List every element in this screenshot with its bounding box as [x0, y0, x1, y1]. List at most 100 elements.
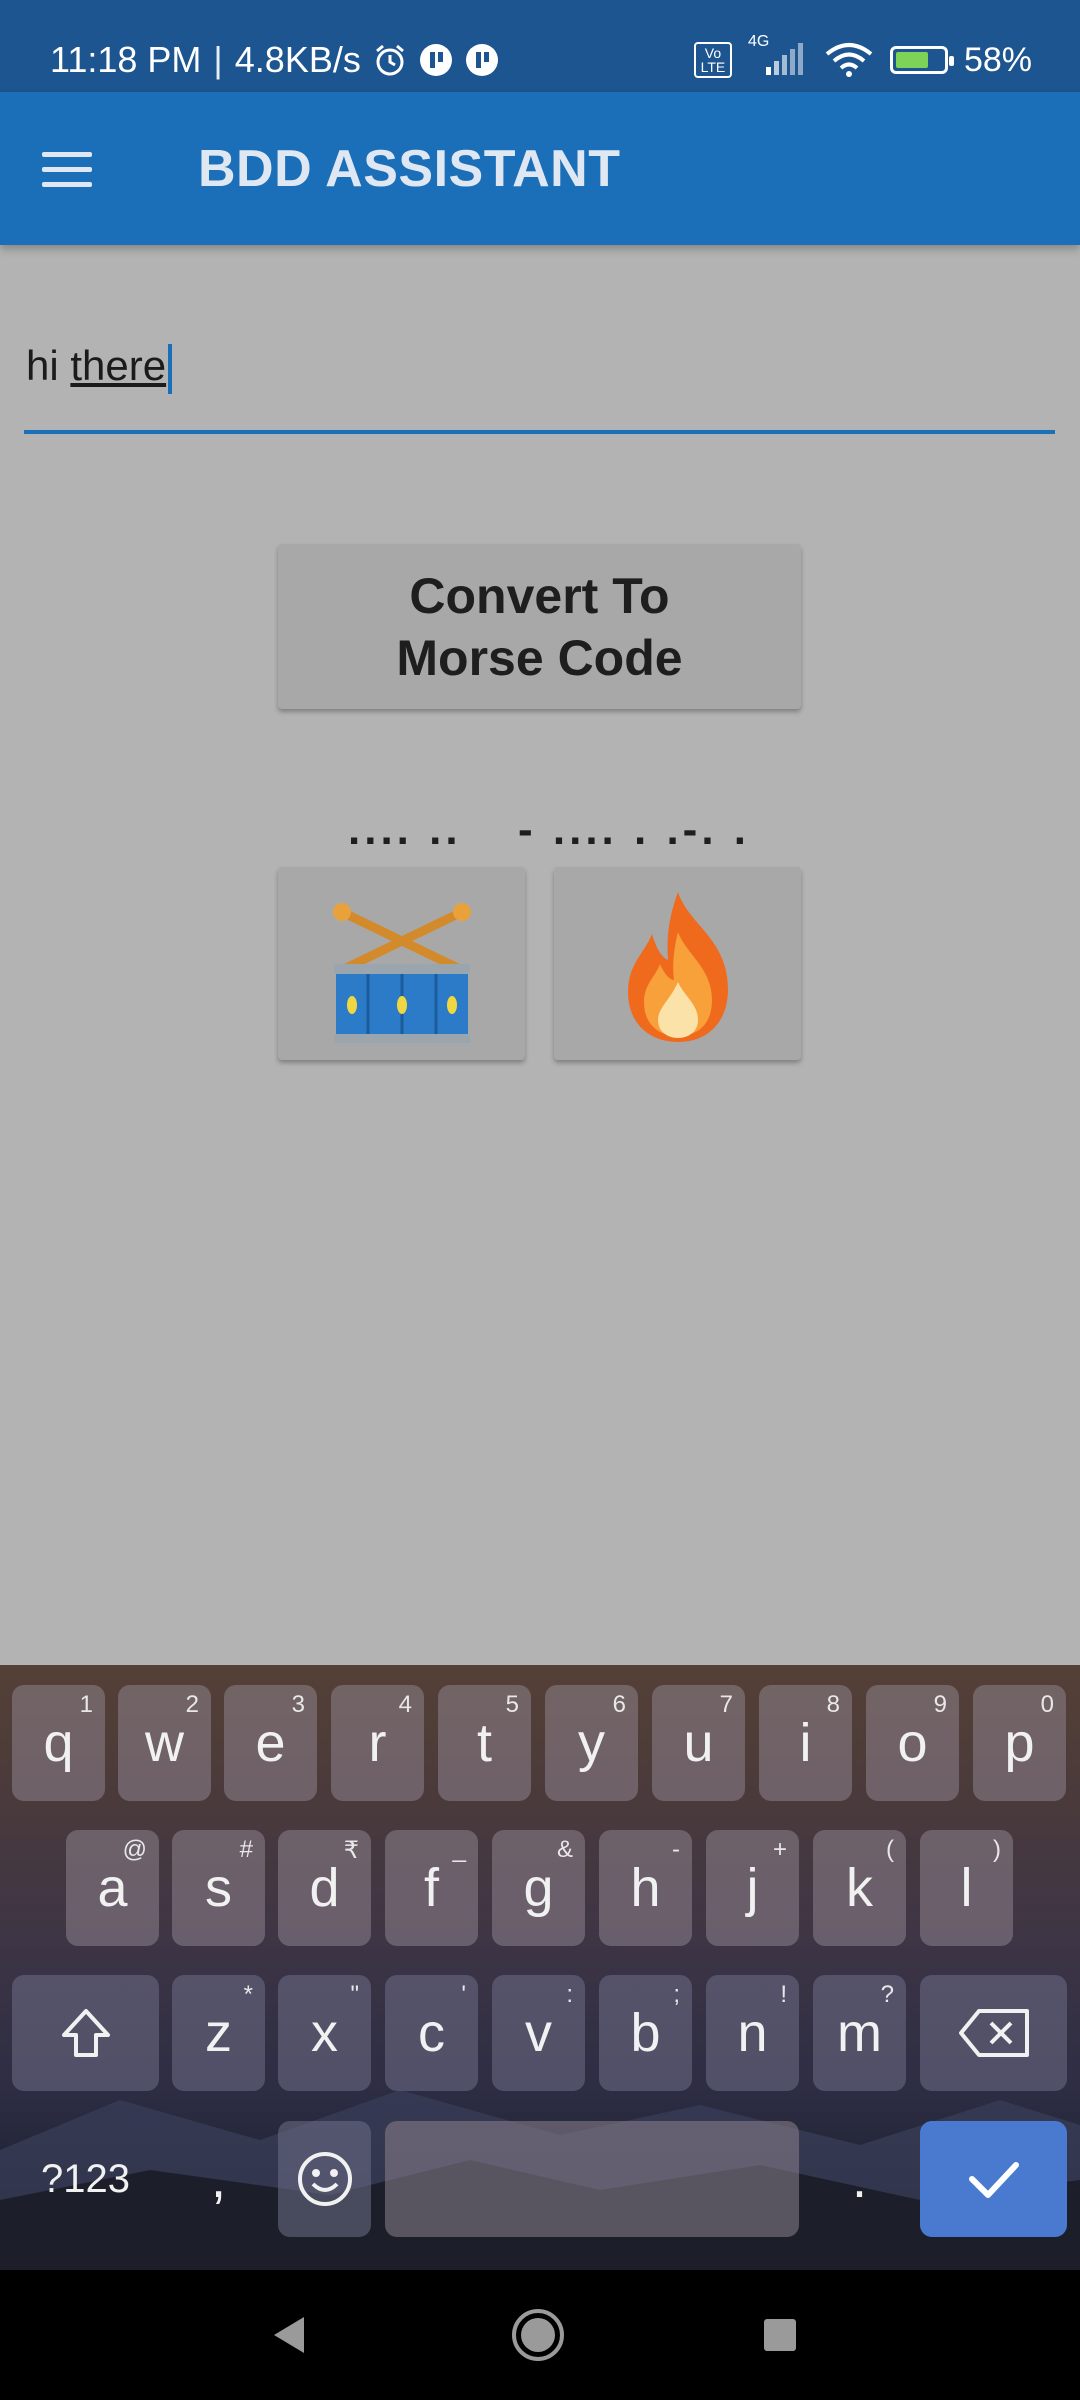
- status-time: 11:18 PM: [50, 39, 202, 80]
- key-g[interactable]: g &: [492, 1830, 585, 1946]
- app-bar: BDD ASSISTANT: [0, 92, 1080, 245]
- drum-icon: [332, 902, 471, 1043]
- key-hint: +: [772, 1836, 787, 1863]
- key-letter: e: [255, 1713, 286, 1773]
- message-input[interactable]: hi there: [24, 320, 1055, 434]
- key-hint: !: [780, 1981, 787, 2008]
- soft-keyboard: q1 w2 e3 r4 t5 y6 u7 i8 o9 p0 a @ s # d ₹ f…: [0, 1665, 1080, 2270]
- fire-icon: [627, 891, 728, 1042]
- key-letter: k: [846, 1858, 873, 1918]
- backspace-icon: [958, 2009, 1029, 2057]
- key-hint: ": [350, 1981, 359, 2008]
- key-hint: *: [243, 1981, 253, 2008]
- key-j[interactable]: j +: [706, 1830, 799, 1946]
- key-letter: u: [683, 1713, 714, 1773]
- key-hint: &: [556, 1836, 573, 1863]
- key-f[interactable]: f _: [385, 1830, 478, 1946]
- key-m[interactable]: m?: [813, 1975, 906, 2091]
- home-icon[interactable]: [503, 2300, 573, 2370]
- key-c[interactable]: c ': [385, 1975, 478, 2091]
- key-v[interactable]: v:: [492, 1975, 585, 2091]
- shift-icon: [61, 2009, 110, 2057]
- key-hint: 5: [505, 1691, 519, 1718]
- shift-key[interactable]: [12, 1975, 159, 2091]
- key-letter: j: [746, 1858, 759, 1918]
- key-letter: i: [799, 1713, 812, 1773]
- key-letter: m: [837, 2003, 882, 2063]
- key-z[interactable]: z *: [172, 1975, 265, 2091]
- checkmark-icon: [968, 2162, 1019, 2198]
- key-hint: ?: [880, 1981, 894, 2008]
- key-hint: (: [886, 1836, 894, 1863]
- key-letter: l: [960, 1858, 973, 1918]
- input-underline: [24, 430, 1055, 434]
- key-hint: @: [122, 1836, 147, 1863]
- key-letter: b: [630, 2003, 661, 2063]
- key-letter: q: [43, 1713, 74, 1773]
- input-word-composing: there: [70, 342, 167, 389]
- key-hint: 2: [185, 1691, 199, 1718]
- battery-percent: 58%: [963, 40, 1032, 79]
- morse-word-2: - .... . .-. .: [518, 805, 750, 854]
- system-nav-bar: [0, 2270, 1080, 2400]
- key-q[interactable]: q1: [12, 1685, 105, 1801]
- key-b[interactable]: b;: [599, 1975, 692, 2091]
- recents-icon[interactable]: [745, 2300, 815, 2370]
- signal-icon: 4G: [748, 33, 808, 77]
- key-letter: h: [630, 1858, 661, 1918]
- back-icon[interactable]: [253, 2300, 323, 2370]
- key-l[interactable]: l): [920, 1830, 1013, 1946]
- network-type-label: 4G: [747, 33, 770, 50]
- key-x[interactable]: x ": [278, 1975, 371, 2091]
- emoji-icon: [297, 2152, 352, 2206]
- key-hint: 6: [612, 1691, 626, 1718]
- key-a[interactable]: a @: [66, 1830, 159, 1946]
- key-hint: ;: [673, 1981, 680, 2008]
- key-letter: a: [97, 1858, 128, 1918]
- space-key[interactable]: [385, 2121, 799, 2237]
- app-title: BDD ASSISTANT: [198, 139, 621, 198]
- key-i[interactable]: i8: [759, 1685, 852, 1801]
- key-u[interactable]: u7: [652, 1685, 745, 1801]
- key-hint: -: [672, 1836, 680, 1863]
- convert-to-morse-button[interactable]: Convert To Morse Code: [278, 544, 801, 709]
- key-k[interactable]: k(: [813, 1830, 906, 1946]
- hamburger-menu-icon[interactable]: [42, 134, 112, 204]
- key-d[interactable]: d ₹: [278, 1830, 371, 1946]
- emoji-key[interactable]: [278, 2121, 371, 2237]
- key-hint: 4: [398, 1691, 412, 1718]
- key-s[interactable]: s #: [172, 1830, 265, 1946]
- key-letter: d: [309, 1858, 340, 1918]
- key-hint: ₹: [343, 1837, 359, 1864]
- key-r[interactable]: r4: [331, 1685, 424, 1801]
- backspace-key[interactable]: [920, 1975, 1067, 2091]
- comma-key[interactable]: ,: [172, 2121, 265, 2237]
- key-letter: o: [897, 1713, 928, 1773]
- battery-icon: [889, 46, 954, 74]
- key-t[interactable]: t5: [438, 1685, 531, 1801]
- drum-emoji-button[interactable]: [278, 867, 525, 1060]
- text-caret: [168, 343, 173, 394]
- app-notification-icon: [419, 43, 453, 77]
- key-h[interactable]: h-: [599, 1830, 692, 1946]
- key-e[interactable]: e3: [224, 1685, 317, 1801]
- period-key[interactable]: .: [813, 2121, 906, 2237]
- key-p[interactable]: p0: [973, 1685, 1066, 1801]
- key-letter: x: [311, 2003, 338, 2063]
- key-letter: v: [525, 2003, 552, 2063]
- volte-icon: Vo LTE: [693, 42, 732, 78]
- symbols-key[interactable]: ?123: [12, 2121, 159, 2237]
- key-letter: t: [476, 1713, 492, 1773]
- key-n[interactable]: n!: [706, 1975, 799, 2091]
- key-w[interactable]: w2: [118, 1685, 211, 1801]
- key-hint: ': [461, 1981, 466, 2008]
- fire-emoji-button[interactable]: [554, 867, 801, 1060]
- key-hint: 1: [79, 1691, 93, 1718]
- key-y[interactable]: y6: [545, 1685, 638, 1801]
- key-hint: 3: [291, 1691, 305, 1718]
- key-o[interactable]: o9: [866, 1685, 959, 1801]
- status-separator: |: [213, 39, 223, 80]
- key-letter: w: [145, 1713, 184, 1773]
- convert-button-label-line2: Morse Code: [396, 629, 683, 686]
- enter-key[interactable]: [920, 2121, 1067, 2237]
